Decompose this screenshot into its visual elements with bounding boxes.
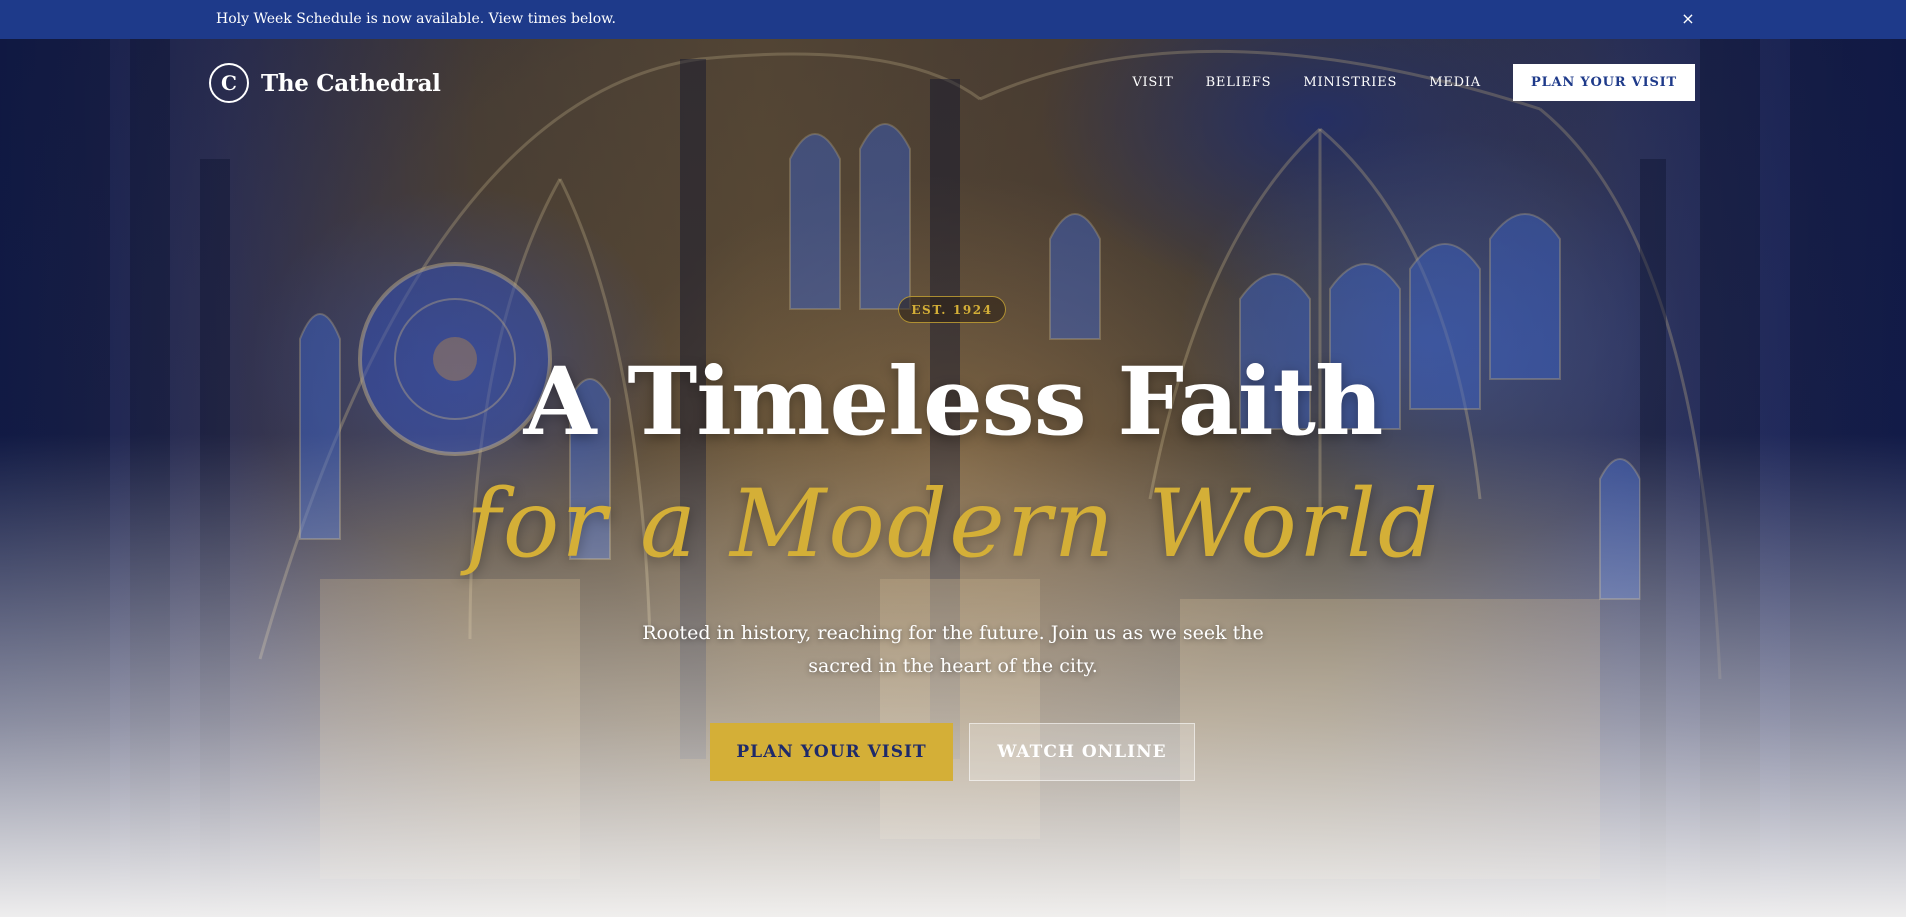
nav-plan-visit-button[interactable]: PLAN YOUR VISIT xyxy=(1513,64,1695,101)
nav-links: VISIT BELIEFS MINISTRIES MEDIA PLAN YOUR… xyxy=(1132,64,1695,101)
nav-item-ministries[interactable]: MINISTRIES xyxy=(1303,75,1397,90)
hero-subtext: Rooted in history, reaching for the futu… xyxy=(642,622,1264,677)
main-navigation: C The Cathedral VISIT BELIEFS MINISTRIES… xyxy=(0,39,1906,125)
site-logo[interactable]: C The Cathedral xyxy=(209,63,441,103)
circle-c-logo-icon: C xyxy=(209,63,249,103)
hero-headline-line1: A Timeless Faith xyxy=(523,347,1384,457)
site-name: The Cathedral xyxy=(261,69,441,97)
page: Holy Week Schedule is now available. Vie… xyxy=(0,0,1906,917)
hero-headline-line2: for a Modern World xyxy=(465,470,1441,579)
watch-online-button[interactable]: WATCH ONLINE xyxy=(969,723,1195,781)
established-badge: EST. 1924 xyxy=(898,296,1006,323)
announcement-bar: Holy Week Schedule is now available. Vie… xyxy=(0,0,1906,39)
announcement-text[interactable]: Holy Week Schedule is now available. Vie… xyxy=(216,0,616,39)
nav-item-media[interactable]: MEDIA xyxy=(1429,75,1481,90)
close-icon[interactable]: × xyxy=(1678,9,1698,29)
nav-item-visit[interactable]: VISIT xyxy=(1132,75,1173,90)
nav-item-beliefs[interactable]: BELIEFS xyxy=(1206,75,1272,90)
plan-your-visit-button[interactable]: PLAN YOUR VISIT xyxy=(710,723,953,781)
